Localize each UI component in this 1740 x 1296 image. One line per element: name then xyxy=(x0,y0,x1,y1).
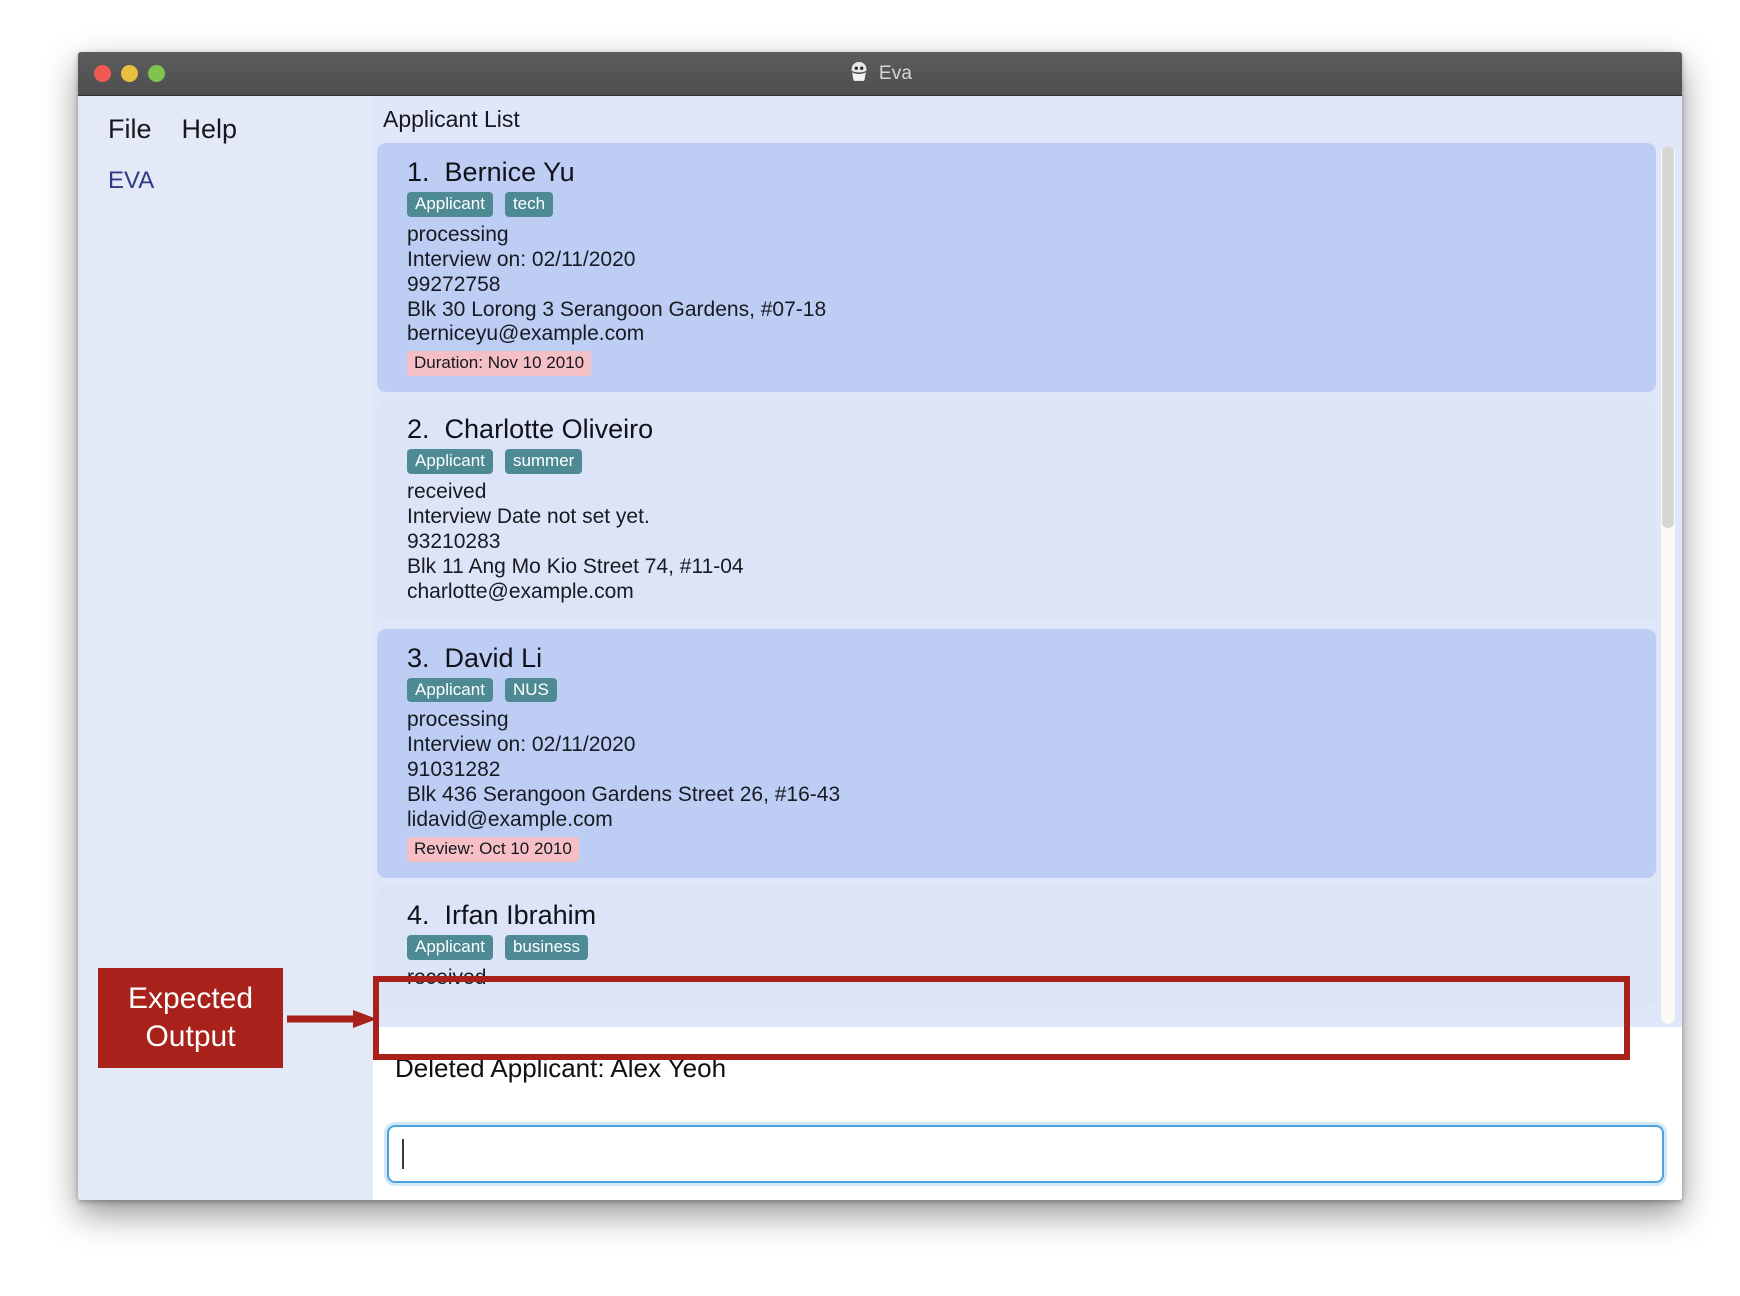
applicant-title: 3. David Li xyxy=(407,643,1638,674)
applicant-index: 1. xyxy=(407,157,430,187)
tag-group: Applicant NUS xyxy=(407,677,1638,703)
command-input[interactable] xyxy=(387,1125,1664,1183)
applicant-date-pill: Duration: Nov 10 2010 xyxy=(407,351,592,377)
window-title-group: Eva xyxy=(848,60,912,87)
applicant-title: 4. Irfan Ibrahim xyxy=(407,900,1638,931)
applicant-date-pill: Review: Oct 10 2010 xyxy=(407,837,579,863)
applicant-address: Blk 436 Serangoon Gardens Street 26, #16… xyxy=(407,783,841,807)
annotation-label-badge: Expected Output xyxy=(98,968,283,1068)
tag-category: business xyxy=(504,935,589,960)
annotation-label-line2: Output xyxy=(145,1020,236,1053)
screenshot-root: Eva File Help EVA Applicant List 1. Bern… xyxy=(0,0,1740,1296)
menu-bar: File Help xyxy=(78,96,373,145)
app-name-label: EVA xyxy=(108,167,155,194)
maximize-button[interactable] xyxy=(148,65,165,82)
applicant-email: berniceyu@example.com xyxy=(407,322,645,346)
tag-group: Applicant tech xyxy=(407,192,1638,217)
list-item[interactable]: 4. Irfan Ibrahim Applicant business rece… xyxy=(377,886,1656,1007)
tag-role: Applicant xyxy=(407,677,493,703)
applicant-title: 1. Bernice Yu xyxy=(407,157,1638,188)
applicant-name: Irfan Ibrahim xyxy=(444,900,597,931)
annotation-label-line1: Expected xyxy=(127,981,254,1015)
applicant-interview: Interview on: 02/11/2020 xyxy=(407,247,636,271)
tag-category: NUS xyxy=(504,677,557,703)
list-item[interactable]: 1. Bernice Yu Applicant tech processing … xyxy=(377,143,1656,393)
annotation-arrow xyxy=(287,1008,379,1030)
applicant-index: 4. xyxy=(407,900,430,931)
main-content: Applicant List 1. Bernice Yu Applicant t… xyxy=(373,96,1682,1200)
applicant-address: Blk 30 Lorong 3 Serangoon Gardens, #07-1… xyxy=(407,297,827,321)
tag-category: summer xyxy=(504,449,583,475)
tag-role: Applicant xyxy=(407,449,493,475)
applicant-email: charlotte@example.com xyxy=(407,579,634,603)
applicant-phone: 91031282 xyxy=(407,758,501,782)
applicant-list: 1. Bernice Yu Applicant tech processing … xyxy=(373,143,1656,1027)
applicant-name: Charlotte Oliveiro xyxy=(444,414,654,445)
tag-group: Applicant business xyxy=(407,935,1638,960)
applicant-name: Bernice Yu xyxy=(444,157,575,187)
applicant-email: lidavid@example.com xyxy=(407,808,613,832)
applicant-status: processing xyxy=(407,222,509,246)
list-item[interactable]: 2. Charlotte Oliveiro Applicant summer r… xyxy=(377,400,1656,621)
applicant-interview: Interview on: 02/11/2020 xyxy=(407,733,636,757)
result-text: Deleted Applicant: Alex Yeoh xyxy=(395,1052,727,1083)
robot-icon xyxy=(848,60,870,87)
minimize-button[interactable] xyxy=(121,65,138,82)
list-scrollbar-thumb[interactable] xyxy=(1662,146,1674,528)
applicant-index: 3. xyxy=(407,642,430,673)
applicant-phone: 93210283 xyxy=(407,529,501,553)
applicant-list-header: Applicant List xyxy=(373,96,1682,143)
applicant-list-scroll-region[interactable]: 1. Bernice Yu Applicant tech processing … xyxy=(373,143,1682,1027)
list-scrollbar[interactable] xyxy=(1661,146,1675,1024)
applicant-title: 2. Charlotte Oliveiro xyxy=(407,414,1638,445)
tag-category: tech xyxy=(504,192,554,217)
menu-item-help[interactable]: Help xyxy=(182,114,238,145)
tag-role: Applicant xyxy=(407,192,493,217)
applicant-status: received xyxy=(407,965,487,989)
tag-role: Applicant xyxy=(407,935,493,960)
applicant-status: processing xyxy=(407,708,509,732)
list-item[interactable]: 3. David Li Applicant NUS processing Int… xyxy=(377,628,1656,879)
applicant-index: 2. xyxy=(407,414,430,445)
command-area xyxy=(373,1109,1682,1200)
close-button[interactable] xyxy=(94,65,111,82)
window-titlebar: Eva xyxy=(78,52,1682,96)
window-body: File Help EVA Applicant List 1. Bernice … xyxy=(78,96,1682,1200)
window-title: Eva xyxy=(878,62,913,84)
tag-group: Applicant summer xyxy=(407,449,1638,475)
applicant-name: David Li xyxy=(444,642,543,673)
applicant-phone: 99272758 xyxy=(407,272,501,296)
applicant-interview: Interview Date not set yet. xyxy=(407,505,650,528)
text-caret xyxy=(402,1139,404,1169)
window-controls xyxy=(94,52,165,95)
result-display: Deleted Applicant: Alex Yeoh xyxy=(373,1027,1682,1109)
applicant-address: Blk 11 Ang Mo Kio Street 74, #11-04 xyxy=(407,554,744,578)
menu-item-file[interactable]: File xyxy=(108,114,152,145)
applicant-status: received xyxy=(407,480,487,504)
